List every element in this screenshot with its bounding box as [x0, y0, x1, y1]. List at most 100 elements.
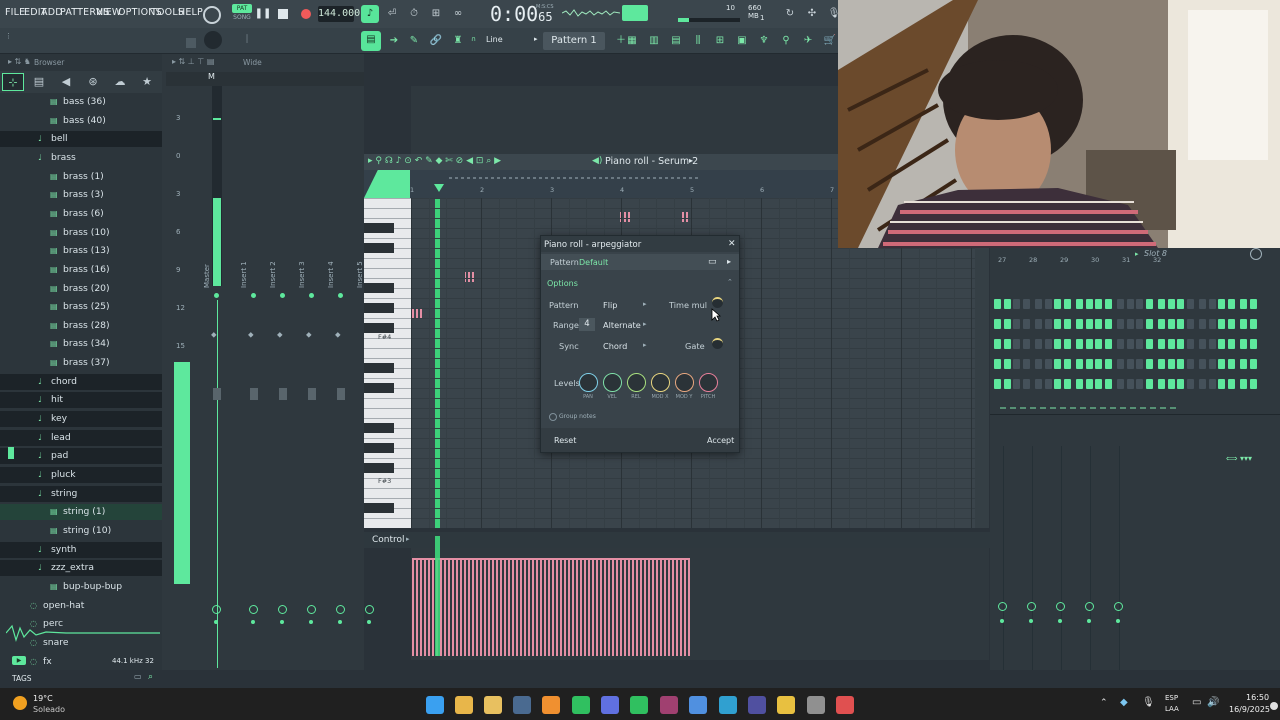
browser-item[interactable]: ♩ hit — [0, 392, 162, 409]
preset-folder-icon[interactable]: ▭ — [708, 257, 717, 267]
mixer-send-knob[interactable] — [307, 605, 316, 614]
lang-layout[interactable]: LAA — [1165, 705, 1179, 713]
windows-icon[interactable] — [426, 696, 444, 714]
step-button[interactable] — [1218, 319, 1225, 329]
step-button[interactable] — [1104, 339, 1112, 349]
step-button[interactable] — [1240, 359, 1247, 369]
browser-item[interactable]: ♩ pluck — [0, 467, 162, 483]
step-button[interactable] — [1177, 299, 1184, 309]
step-button[interactable] — [1013, 319, 1020, 329]
step-button[interactable] — [1085, 339, 1093, 349]
browser-item[interactable]: ▤ brass (10) — [0, 225, 162, 241]
step-button[interactable] — [1249, 299, 1257, 309]
preset-next-icon[interactable]: ▸ — [727, 257, 731, 266]
step-button[interactable] — [1044, 319, 1052, 329]
browser-item[interactable]: ▤ brass (3) — [0, 187, 162, 203]
tempo-tapper-icon[interactable]: ✈ — [799, 32, 817, 50]
step-button[interactable] — [1013, 359, 1020, 369]
step-button[interactable] — [1145, 359, 1153, 369]
rack-send-knob[interactable] — [998, 602, 1007, 611]
plugin-database-icon[interactable]: ▣ — [733, 32, 751, 50]
view-channel-rack-icon[interactable]: ▤ — [667, 32, 685, 50]
wait-input-icon[interactable]: ⏎ — [383, 5, 401, 23]
step-button[interactable] — [1136, 379, 1143, 389]
refresh-icon[interactable]: ↻ — [781, 5, 799, 23]
step-button[interactable] — [1095, 359, 1102, 369]
step-button[interactable] — [1126, 339, 1134, 349]
velocity-lane[interactable] — [411, 536, 989, 660]
rack-send-knob[interactable] — [1085, 602, 1094, 611]
view-pianoroll-icon[interactable]: ▥ — [645, 32, 663, 50]
step-button[interactable] — [1022, 379, 1030, 389]
step-button[interactable] — [1136, 359, 1143, 369]
black-key[interactable] — [364, 463, 394, 473]
mixer-view-label[interactable]: Wide — [243, 58, 262, 67]
step-button[interactable] — [1199, 339, 1206, 349]
step-button[interactable] — [1054, 359, 1061, 369]
clock-time[interactable]: 16:50 — [1246, 693, 1269, 702]
notepad-icon[interactable] — [689, 696, 707, 714]
level-knob-vel[interactable] — [603, 373, 622, 392]
step-button[interactable] — [1076, 299, 1083, 309]
mixer-track-label[interactable]: Insert 5 — [356, 261, 364, 288]
rack-send-knob[interactable] — [1114, 602, 1123, 611]
magnet-icon[interactable]: ∩ — [471, 35, 476, 43]
pat-label[interactable]: PAT — [232, 4, 252, 13]
pattern-selector[interactable]: Pattern 1 — [543, 32, 605, 50]
step-button[interactable] — [1117, 379, 1124, 389]
step-button[interactable] — [1085, 319, 1093, 329]
step-button[interactable] — [1145, 379, 1153, 389]
explorer-icon[interactable] — [484, 696, 502, 714]
velocity-bars[interactable] — [412, 558, 690, 656]
browser-item[interactable]: ♩ key — [0, 411, 162, 428]
step-button[interactable] — [1076, 379, 1083, 389]
step-button[interactable] — [1136, 299, 1143, 309]
close-icon[interactable]: ✕ — [728, 239, 736, 249]
step-button[interactable] — [1044, 339, 1052, 349]
master-pitch-icon[interactable]: ᛁ — [244, 34, 250, 45]
browser-item[interactable]: ▤ brass (37) — [0, 355, 162, 371]
step-button[interactable] — [994, 359, 1001, 369]
step-button[interactable] — [1240, 319, 1247, 329]
step-button[interactable] — [1104, 379, 1112, 389]
browser-cloud-icon[interactable]: ☁ — [109, 73, 131, 91]
step-button[interactable] — [994, 319, 1001, 329]
step-button[interactable] — [1218, 379, 1225, 389]
group-notes-label[interactable]: Group notes — [559, 413, 596, 420]
black-key[interactable] — [364, 223, 394, 233]
whatsapp-icon[interactable] — [630, 696, 648, 714]
mixer-pan-icon[interactable]: ⬥ — [335, 330, 341, 340]
step-button[interactable] — [1063, 359, 1071, 369]
step-button[interactable] — [1158, 359, 1165, 369]
note-2[interactable] — [682, 212, 688, 222]
step-button[interactable] — [1063, 319, 1071, 329]
step-button[interactable] — [1177, 359, 1184, 369]
preset-value[interactable]: Default — [579, 258, 608, 267]
pat-song-switch[interactable]: PAT SONG — [232, 4, 252, 24]
mixer-track-label[interactable]: Insert 4 — [327, 261, 335, 288]
piano-keyboard[interactable]: F#4 F#3 — [364, 198, 411, 528]
countdown-icon[interactable]: ⏱ — [405, 5, 423, 23]
step-button[interactable] — [1063, 379, 1071, 389]
rack-knob-icon[interactable] — [1250, 248, 1262, 260]
browser-speaker-icon[interactable]: ◀ — [55, 73, 77, 91]
black-key[interactable] — [364, 423, 394, 433]
steam-icon[interactable] — [513, 696, 531, 714]
time-mul-knob[interactable] — [712, 297, 723, 308]
pause-icon[interactable]: ❚❚ — [254, 5, 272, 23]
step-button[interactable] — [1249, 339, 1257, 349]
step-button[interactable] — [1054, 319, 1061, 329]
browser-item[interactable]: ▤ brass (34) — [0, 336, 162, 352]
step-button[interactable] — [1076, 359, 1083, 369]
step-button[interactable] — [1177, 319, 1184, 329]
step-button[interactable] — [1104, 319, 1112, 329]
browser-item[interactable]: ▤ brass (1) — [0, 169, 162, 185]
step-button[interactable] — [1218, 359, 1225, 369]
step-button[interactable] — [1104, 359, 1112, 369]
fl-studio-icon[interactable] — [542, 696, 560, 714]
arrow-right-icon[interactable]: ➔ — [385, 32, 403, 50]
mixer-track-led[interactable] — [338, 293, 343, 298]
step-button[interactable] — [1227, 379, 1235, 389]
step-button[interactable] — [1167, 339, 1175, 349]
master-volume-knob[interactable] — [204, 31, 222, 49]
